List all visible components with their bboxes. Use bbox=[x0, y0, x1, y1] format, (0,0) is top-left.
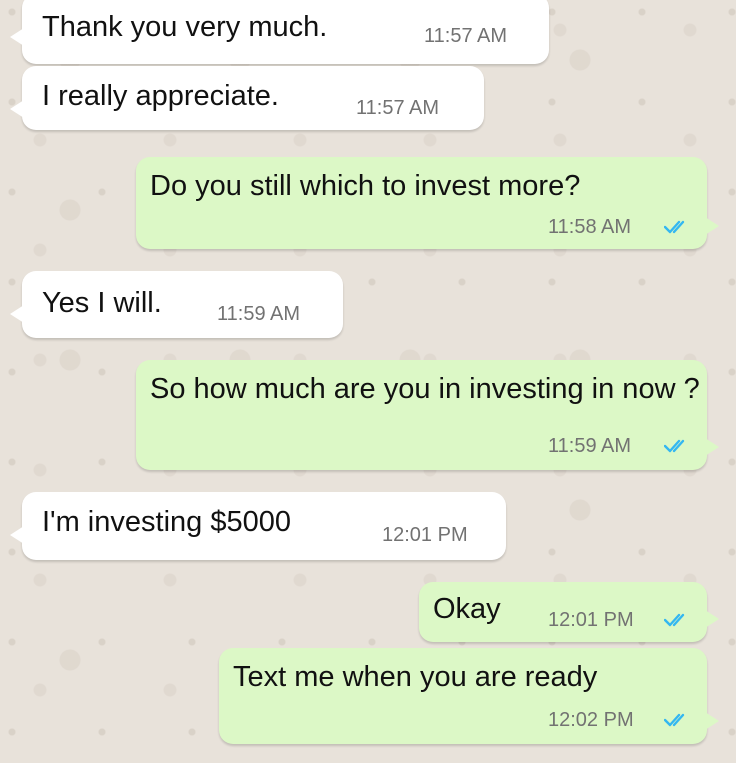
double-check-icon bbox=[664, 613, 685, 627]
message-timestamp: 11:57 AM bbox=[424, 25, 508, 47]
message-bubble-incoming[interactable]: I really appreciate. 11:57 AM bbox=[10, 66, 484, 130]
message-timestamp: 11:57 AM bbox=[356, 97, 440, 119]
message-bubble-incoming[interactable]: I'm investing $5000 12:01 PM bbox=[10, 492, 506, 560]
message-text: So how much are you in investing in now … bbox=[150, 373, 700, 405]
message-timestamp: 12:01 PM bbox=[548, 609, 634, 631]
message-bubble-outgoing[interactable]: Text me when you are ready 12:02 PM bbox=[219, 648, 719, 744]
message-timestamp: 11:59 AM bbox=[217, 303, 301, 325]
message-bubble-incoming[interactable]: Thank you very much. 11:57 AM bbox=[10, 0, 549, 64]
message-bubble-outgoing[interactable]: Okay 12:01 PM bbox=[419, 582, 719, 642]
message-text: I'm investing $5000 bbox=[42, 506, 291, 538]
message-timestamp: 11:58 AM bbox=[548, 216, 632, 238]
message-text: Do you still which to invest more? bbox=[150, 170, 581, 202]
message-bubble-incoming[interactable]: Yes I will. 11:59 AM bbox=[10, 271, 343, 338]
message-text: Yes I will. bbox=[42, 287, 162, 319]
message-text: Okay bbox=[433, 593, 501, 625]
message-text: I really appreciate. bbox=[42, 80, 279, 112]
message-bubble-outgoing[interactable]: So how much are you in investing in now … bbox=[136, 360, 719, 470]
message-timestamp: 11:59 AM bbox=[548, 435, 632, 457]
double-check-icon bbox=[664, 713, 685, 727]
double-check-icon bbox=[664, 220, 685, 234]
double-check-icon bbox=[664, 439, 685, 453]
message-timestamp: 12:02 PM bbox=[548, 709, 634, 731]
message-bubble-outgoing[interactable]: Do you still which to invest more? 11:58… bbox=[136, 157, 719, 249]
message-timestamp: 12:01 PM bbox=[382, 524, 468, 546]
message-text: Text me when you are ready bbox=[233, 661, 598, 693]
message-text: Thank you very much. bbox=[42, 11, 328, 43]
